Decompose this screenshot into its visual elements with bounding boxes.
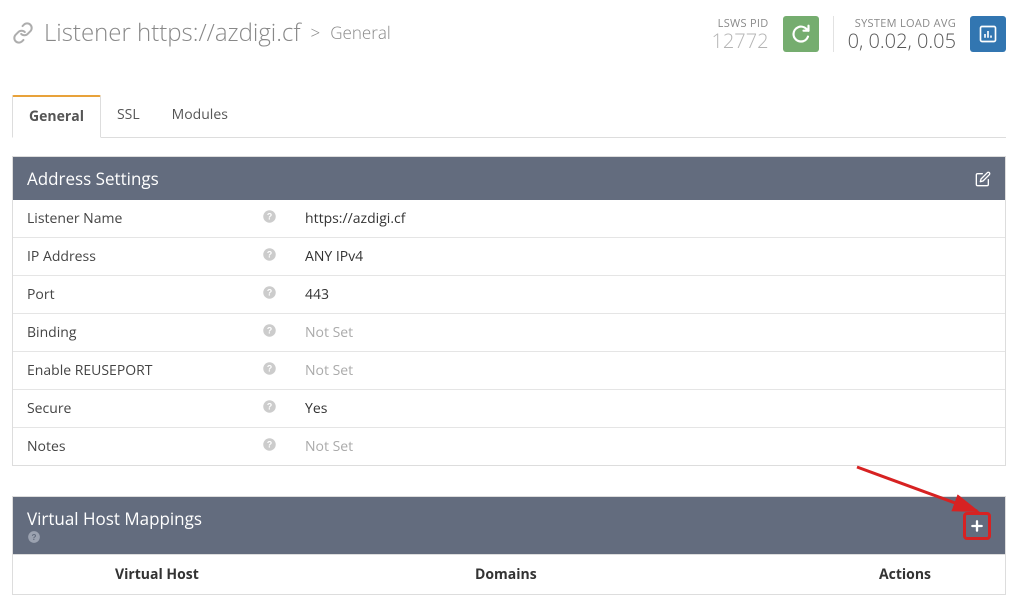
breadcrumb-current: General bbox=[330, 21, 390, 44]
svg-text:?: ? bbox=[267, 288, 272, 298]
settings-value-cell: Yes bbox=[291, 390, 1005, 428]
svg-text:?: ? bbox=[267, 326, 272, 336]
tab-modules[interactable]: Modules bbox=[156, 95, 244, 138]
settings-value-cell: Not Set bbox=[291, 352, 1005, 390]
help-icon[interactable]: ? bbox=[27, 530, 211, 544]
help-icon[interactable]: ? bbox=[262, 247, 277, 262]
settings-row: Notes? Not Set bbox=[13, 428, 1005, 466]
edit-button[interactable] bbox=[975, 171, 991, 187]
settings-table: Listener Name? https://azdigi.cf IP Addres… bbox=[13, 200, 1005, 465]
question-circle-icon: ? bbox=[27, 530, 41, 544]
help-icon[interactable]: ? bbox=[262, 437, 277, 452]
tab-label: General bbox=[29, 107, 84, 126]
restart-button[interactable] bbox=[783, 16, 819, 52]
settings-row: IP Address? ANY IPv4 bbox=[13, 238, 1005, 276]
stat-load: SYSTEM LOAD AVG 0, 0.02, 0.05 bbox=[848, 16, 956, 52]
panel-title: Address Settings bbox=[27, 167, 159, 190]
settings-row: Port? 443 bbox=[13, 276, 1005, 314]
settings-label: Binding bbox=[27, 323, 76, 342]
settings-label-cell: Enable REUSEPORT? bbox=[13, 352, 291, 390]
vhm-panel: Virtual Host Mappings ? Virtual Host Dom… bbox=[12, 496, 1006, 595]
help-icon[interactable]: ? bbox=[262, 209, 277, 224]
settings-row: Enable REUSEPORT? Not Set bbox=[13, 352, 1005, 390]
add-mapping-button[interactable] bbox=[963, 512, 991, 540]
panel-title: Virtual Host Mappings bbox=[27, 507, 202, 530]
stat-pid: LSWS PID 12772 bbox=[711, 16, 768, 52]
settings-label-cell: IP Address? bbox=[13, 238, 291, 276]
settings-value: 443 bbox=[305, 285, 329, 304]
help-icon[interactable]: ? bbox=[262, 361, 277, 376]
stat-pid-value: 12772 bbox=[711, 31, 768, 51]
settings-label-cell: Notes? bbox=[13, 428, 291, 466]
vhm-col-vhost: Virtual Host bbox=[101, 555, 461, 594]
settings-label: IP Address bbox=[27, 247, 96, 266]
settings-value-cell: ANY IPv4 bbox=[291, 238, 1005, 276]
panel-header: Virtual Host Mappings ? bbox=[13, 497, 1005, 554]
address-settings-panel: Address Settings Listener Name? https://a… bbox=[12, 156, 1006, 466]
settings-row: Binding? Not Set bbox=[13, 314, 1005, 352]
settings-value: Not Set bbox=[305, 437, 353, 456]
refresh-icon bbox=[791, 24, 811, 44]
settings-value-cell: Not Set bbox=[291, 428, 1005, 466]
settings-value: Not Set bbox=[305, 361, 353, 380]
pencil-square-icon bbox=[975, 171, 991, 187]
settings-value-cell: https://azdigi.cf bbox=[291, 200, 1005, 238]
title-name: https://azdigi.cf bbox=[137, 16, 301, 49]
page-header: Listener https://azdigi.cf > General LSW… bbox=[12, 16, 1006, 60]
vhm-col-spacer bbox=[13, 555, 101, 594]
vhm-columns: Virtual Host Domains Actions bbox=[13, 554, 1005, 594]
link-icon bbox=[12, 22, 34, 44]
plus-icon bbox=[970, 519, 984, 533]
svg-text:?: ? bbox=[267, 250, 272, 260]
title-prefix: Listener bbox=[44, 16, 131, 49]
svg-text:?: ? bbox=[267, 440, 272, 450]
settings-row: Secure? Yes bbox=[13, 390, 1005, 428]
tab-label: Modules bbox=[172, 105, 228, 124]
help-icon[interactable]: ? bbox=[262, 323, 277, 338]
settings-row: Listener Name? https://azdigi.cf bbox=[13, 200, 1005, 238]
vhm-col-actions: Actions bbox=[805, 555, 1005, 594]
settings-value: ANY IPv4 bbox=[305, 247, 363, 266]
settings-value: Not Set bbox=[305, 323, 353, 342]
stats-button[interactable] bbox=[970, 16, 1006, 52]
settings-label-cell: Secure? bbox=[13, 390, 291, 428]
help-icon[interactable]: ? bbox=[262, 399, 277, 414]
divider bbox=[833, 16, 834, 52]
settings-label: Notes bbox=[27, 437, 66, 456]
tab-general[interactable]: General bbox=[12, 95, 101, 138]
tab-label: SSL bbox=[117, 105, 140, 124]
bar-chart-icon bbox=[979, 25, 997, 43]
svg-text:?: ? bbox=[32, 533, 37, 542]
stat-load-value: 0, 0.02, 0.05 bbox=[848, 31, 956, 51]
settings-label: Listener Name bbox=[27, 209, 122, 228]
settings-value: Yes bbox=[305, 399, 327, 418]
settings-value-cell: Not Set bbox=[291, 314, 1005, 352]
settings-value-cell: 443 bbox=[291, 276, 1005, 314]
vhm-col-domains: Domains bbox=[461, 555, 805, 594]
settings-label-cell: Port? bbox=[13, 276, 291, 314]
settings-label: Port bbox=[27, 285, 55, 304]
settings-label: Secure bbox=[27, 399, 71, 418]
svg-text:?: ? bbox=[267, 364, 272, 374]
header-stats: LSWS PID 12772 SYSTEM LOAD AVG 0, 0.02, … bbox=[711, 16, 1006, 52]
settings-label-cell: Binding? bbox=[13, 314, 291, 352]
settings-label-cell: Listener Name? bbox=[13, 200, 291, 238]
breadcrumb-sep: > bbox=[311, 21, 321, 44]
tab-ssl[interactable]: SSL bbox=[101, 95, 156, 138]
page-title: Listener https://azdigi.cf > General bbox=[12, 16, 391, 49]
panel-header: Address Settings bbox=[13, 157, 1005, 200]
tabs: General SSL Modules bbox=[12, 94, 1006, 138]
settings-value: https://azdigi.cf bbox=[305, 209, 405, 228]
help-icon[interactable]: ? bbox=[262, 285, 277, 300]
svg-text:?: ? bbox=[267, 402, 272, 412]
settings-label: Enable REUSEPORT bbox=[27, 361, 153, 380]
svg-text:?: ? bbox=[267, 212, 272, 222]
